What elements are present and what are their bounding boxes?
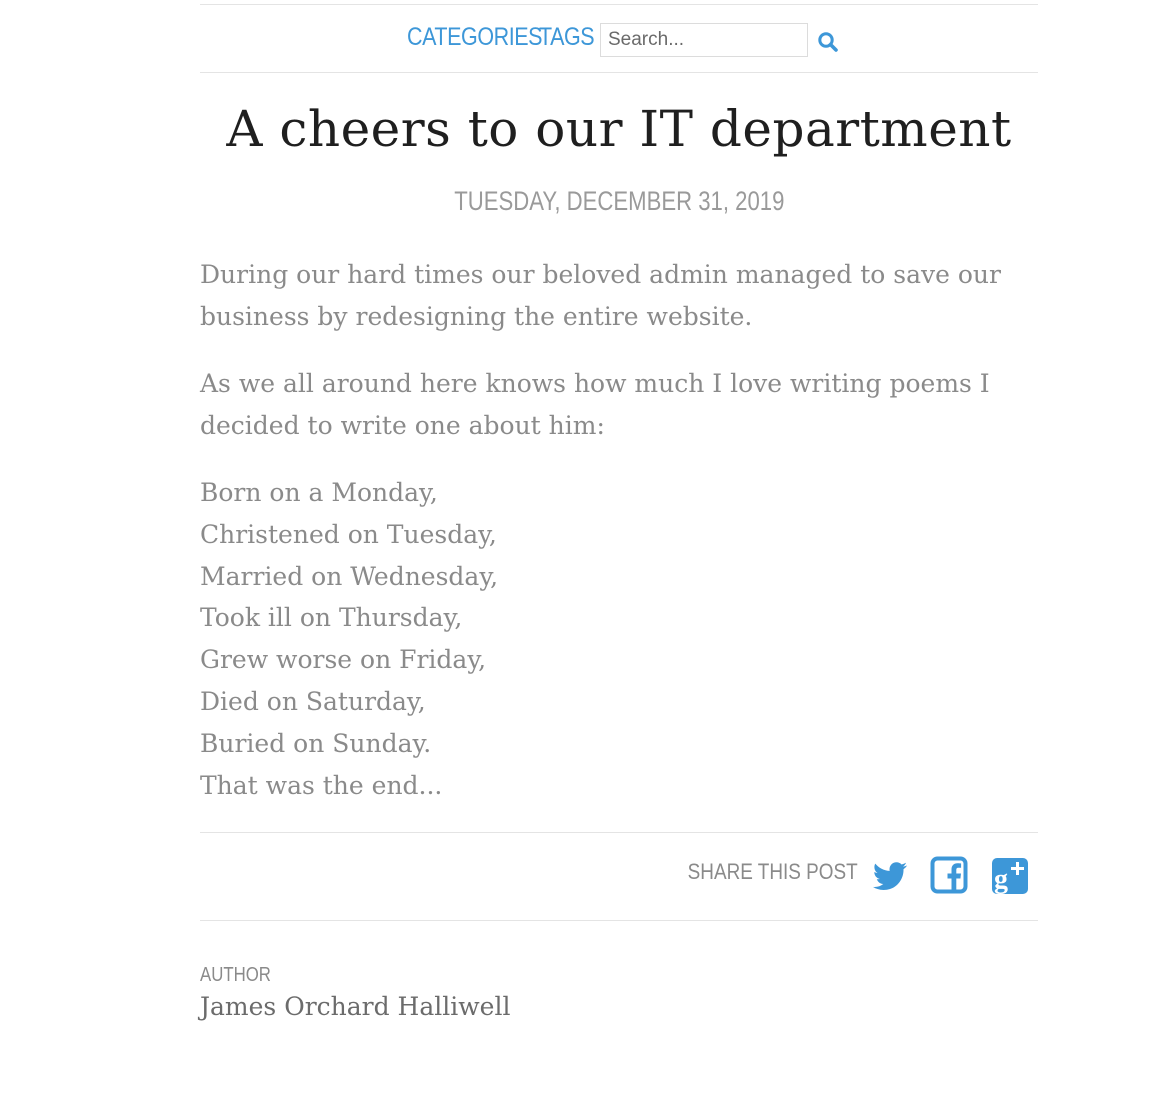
poem-line: Born on a Monday, [200, 478, 438, 507]
poem-line: Took ill on Thursday, [200, 603, 463, 633]
post-date-text: Tuesday, December 31, 2019 [453, 186, 785, 216]
nav-categories-link[interactable]: Categories [407, 23, 543, 52]
nav-tags-link[interactable]: Tags [539, 23, 595, 52]
share-bar: Share this post g [200, 832, 1038, 921]
post-date: Tuesday, December 31, 2019 [200, 186, 1038, 217]
post-title: A cheers to our IT department [226, 100, 1012, 158]
poem-line: Buried on Sunday. [200, 728, 432, 758]
search-icon[interactable] [817, 31, 839, 53]
twitter-icon[interactable] [870, 856, 910, 896]
poem-line: Christened on Tuesday, [200, 519, 497, 549]
top-navigation: Categories Tags [200, 5, 1038, 73]
poem-line: Married on Wednesday, [200, 561, 499, 591]
google-plus-icon[interactable]: g [990, 856, 1030, 896]
post-paragraph-2: As we all around here knows how much I l… [200, 369, 990, 440]
author-label: Author [200, 964, 271, 986]
poem-line: Grew worse on Friday, [200, 645, 487, 675]
post-paragraph-1: During our hard times our beloved admin … [200, 260, 1001, 331]
search-input[interactable] [600, 23, 808, 57]
share-label: Share this post [688, 859, 858, 884]
facebook-icon[interactable] [930, 856, 970, 896]
author-name-link[interactable]: James Orchard Halliwell [200, 992, 510, 1021]
poem-line: Died on Saturday, [200, 686, 426, 716]
poem: Born on a Monday, Christened on Tuesday,… [200, 472, 1038, 806]
poem-line: That was the end... [200, 770, 443, 800]
svg-text:g: g [994, 864, 1008, 895]
